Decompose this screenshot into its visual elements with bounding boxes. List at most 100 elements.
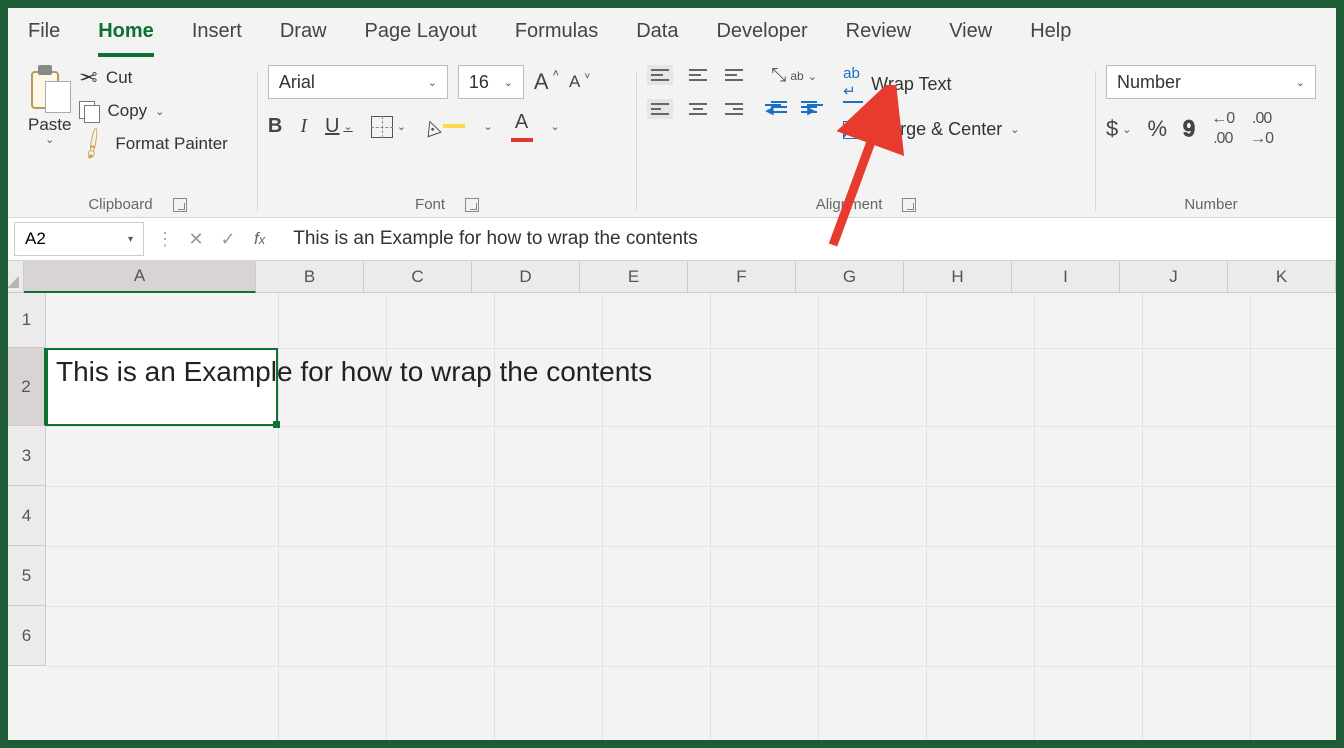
tab-formulas[interactable]: Formulas <box>515 20 598 57</box>
copy-icon <box>79 101 99 121</box>
increase-indent-button[interactable]: ▶ <box>801 101 817 113</box>
row-header-6[interactable]: 6 <box>8 606 46 666</box>
align-middle-button[interactable] <box>687 67 709 83</box>
font-size-combo[interactable]: 16⌄ <box>458 65 524 99</box>
copy-label: Copy <box>107 101 147 121</box>
underline-button[interactable]: U ⌄ <box>325 115 353 138</box>
font-color-button[interactable]: A <box>511 111 533 142</box>
decrease-decimal-button[interactable]: .00→0 <box>1250 111 1273 147</box>
select-all-corner[interactable] <box>8 261 24 293</box>
orientation-button[interactable]: ⤡ab ⌄ <box>771 65 817 87</box>
paste-button[interactable]: Paste ⌄ <box>28 65 71 146</box>
italic-button[interactable]: I <box>300 115 307 138</box>
column-headers: ABCDEFGHIJK <box>24 261 1336 293</box>
cells-area[interactable]: This is an Example for how to wrap the c… <box>46 293 1336 740</box>
clipboard-group-label: Clipboard <box>88 196 152 213</box>
merge-center-label: Merge & Center <box>875 119 1002 140</box>
align-bottom-button[interactable] <box>723 67 745 83</box>
column-header-b[interactable]: B <box>256 261 364 293</box>
currency-button[interactable]: $ ⌄ <box>1106 116 1131 142</box>
tab-help[interactable]: Help <box>1030 20 1071 57</box>
bold-button[interactable]: B <box>268 115 282 138</box>
tab-developer[interactable]: Developer <box>716 20 807 57</box>
tab-draw[interactable]: Draw <box>280 20 327 57</box>
tab-view[interactable]: View <box>949 20 992 57</box>
column-header-h[interactable]: H <box>904 261 1012 293</box>
formula-cancel-button[interactable]: ✕ <box>180 229 212 250</box>
name-box-resize[interactable]: ⋮ <box>150 229 180 250</box>
paste-icon <box>29 65 71 113</box>
tab-page-layout[interactable]: Page Layout <box>365 20 477 57</box>
merge-icon <box>843 121 867 139</box>
cut-label: Cut <box>106 68 132 88</box>
clipboard-launcher[interactable] <box>173 198 187 212</box>
align-top-button[interactable] <box>647 65 673 85</box>
name-box[interactable]: A2▾ <box>14 222 144 256</box>
ribbon: Paste ⌄ ✂ Cut Copy ⌄ 🖌Format Painter Clipb… <box>8 57 1336 217</box>
borders-button[interactable]: ⌄ <box>371 116 406 138</box>
row-header-5[interactable]: 5 <box>8 546 46 606</box>
column-header-f[interactable]: F <box>688 261 796 293</box>
format-painter-label: Format Painter <box>115 134 227 154</box>
fill-color-dropdown[interactable]: ⌄ <box>483 120 492 133</box>
increase-font-size-button[interactable]: A˄ <box>534 69 559 95</box>
fx-icon[interactable]: fx <box>244 229 275 249</box>
wrap-text-icon: ab↵ <box>843 65 863 103</box>
formula-bar: A2▾ ⋮ ✕ ✓ fx This is an Example for how … <box>8 217 1336 261</box>
fill-color-button[interactable]: ◬ <box>424 114 465 139</box>
row-headers: 123456 <box>8 293 46 740</box>
align-center-button[interactable] <box>687 101 709 117</box>
merge-center-button[interactable]: Merge & Center ⌄ <box>843 119 1019 140</box>
font-launcher[interactable] <box>465 198 479 212</box>
paste-dropdown[interactable]: ⌄ <box>45 133 54 146</box>
merge-dropdown[interactable]: ⌄ <box>1010 123 1019 136</box>
decrease-indent-button[interactable]: ◀ <box>771 101 787 113</box>
align-left-button[interactable] <box>647 99 673 119</box>
row-header-3[interactable]: 3 <box>8 426 46 486</box>
column-header-k[interactable]: K <box>1228 261 1336 293</box>
font-color-dropdown[interactable]: ⌄ <box>551 120 560 133</box>
copy-button[interactable]: Copy ⌄ <box>79 101 227 121</box>
increase-decimal-button[interactable]: ←0.00 <box>1211 111 1234 147</box>
column-header-c[interactable]: C <box>364 261 472 293</box>
number-format-combo[interactable]: Number⌄ <box>1106 65 1316 99</box>
tab-file[interactable]: File <box>28 20 60 57</box>
number-format-value: Number <box>1117 72 1181 93</box>
scissors-icon: ✂ <box>79 65 97 91</box>
column-header-i[interactable]: I <box>1012 261 1120 293</box>
wrap-text-button[interactable]: ab↵ Wrap Text <box>843 65 1019 103</box>
font-size-value: 16 <box>469 72 489 93</box>
tab-review[interactable]: Review <box>846 20 912 57</box>
wrap-text-label: Wrap Text <box>871 74 951 95</box>
name-box-value: A2 <box>25 229 46 249</box>
column-header-d[interactable]: D <box>472 261 580 293</box>
row-header-2[interactable]: 2 <box>8 348 46 426</box>
font-name-combo[interactable]: Arial⌄ <box>268 65 448 99</box>
row-header-4[interactable]: 4 <box>8 486 46 546</box>
align-right-button[interactable] <box>723 101 745 117</box>
paste-label: Paste <box>28 115 71 135</box>
alignment-group-label: Alignment <box>816 196 883 213</box>
alignment-launcher[interactable] <box>902 198 916 212</box>
column-header-e[interactable]: E <box>580 261 688 293</box>
cell-a2-text: This is an Example for how to wrap the c… <box>50 352 658 392</box>
format-painter-button[interactable]: 🖌Format Painter <box>79 131 227 157</box>
ribbon-tabs: File Home Insert Draw Page Layout Formulas Dat… <box>8 8 1336 57</box>
formula-content[interactable]: This is an Example for how to wrap the c… <box>275 228 1336 250</box>
formula-confirm-button[interactable]: ✓ <box>212 229 244 250</box>
copy-dropdown[interactable]: ⌄ <box>155 105 164 118</box>
tab-home[interactable]: Home <box>98 20 154 57</box>
decrease-font-size-button[interactable]: A˅ <box>569 72 590 92</box>
fill-handle[interactable] <box>273 421 280 428</box>
row-header-1[interactable]: 1 <box>8 293 46 348</box>
column-header-j[interactable]: J <box>1120 261 1228 293</box>
tab-data[interactable]: Data <box>636 20 678 57</box>
comma-style-button[interactable]: 𝟗 <box>1183 116 1195 142</box>
brush-icon: 🖌 <box>75 125 113 162</box>
cut-button[interactable]: ✂ Cut <box>79 65 227 91</box>
percent-button[interactable]: % <box>1147 116 1167 142</box>
column-header-a[interactable]: A <box>24 261 256 293</box>
column-header-g[interactable]: G <box>796 261 904 293</box>
font-name-value: Arial <box>279 72 315 93</box>
tab-insert[interactable]: Insert <box>192 20 242 57</box>
